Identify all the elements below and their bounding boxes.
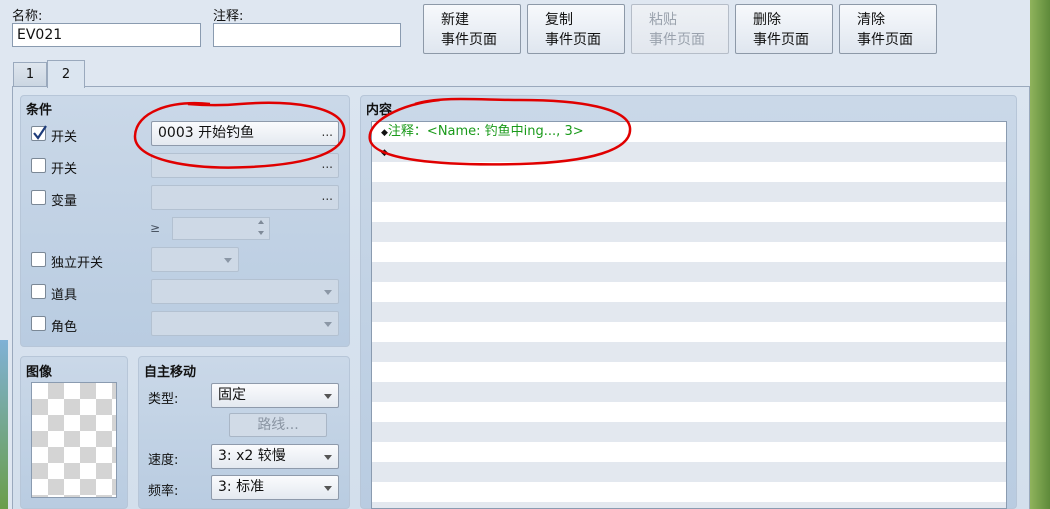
annotation-overlay [133, 97, 632, 169]
annotation-circle-switch [133, 101, 346, 169]
annotation-circle-comment [368, 97, 632, 166]
